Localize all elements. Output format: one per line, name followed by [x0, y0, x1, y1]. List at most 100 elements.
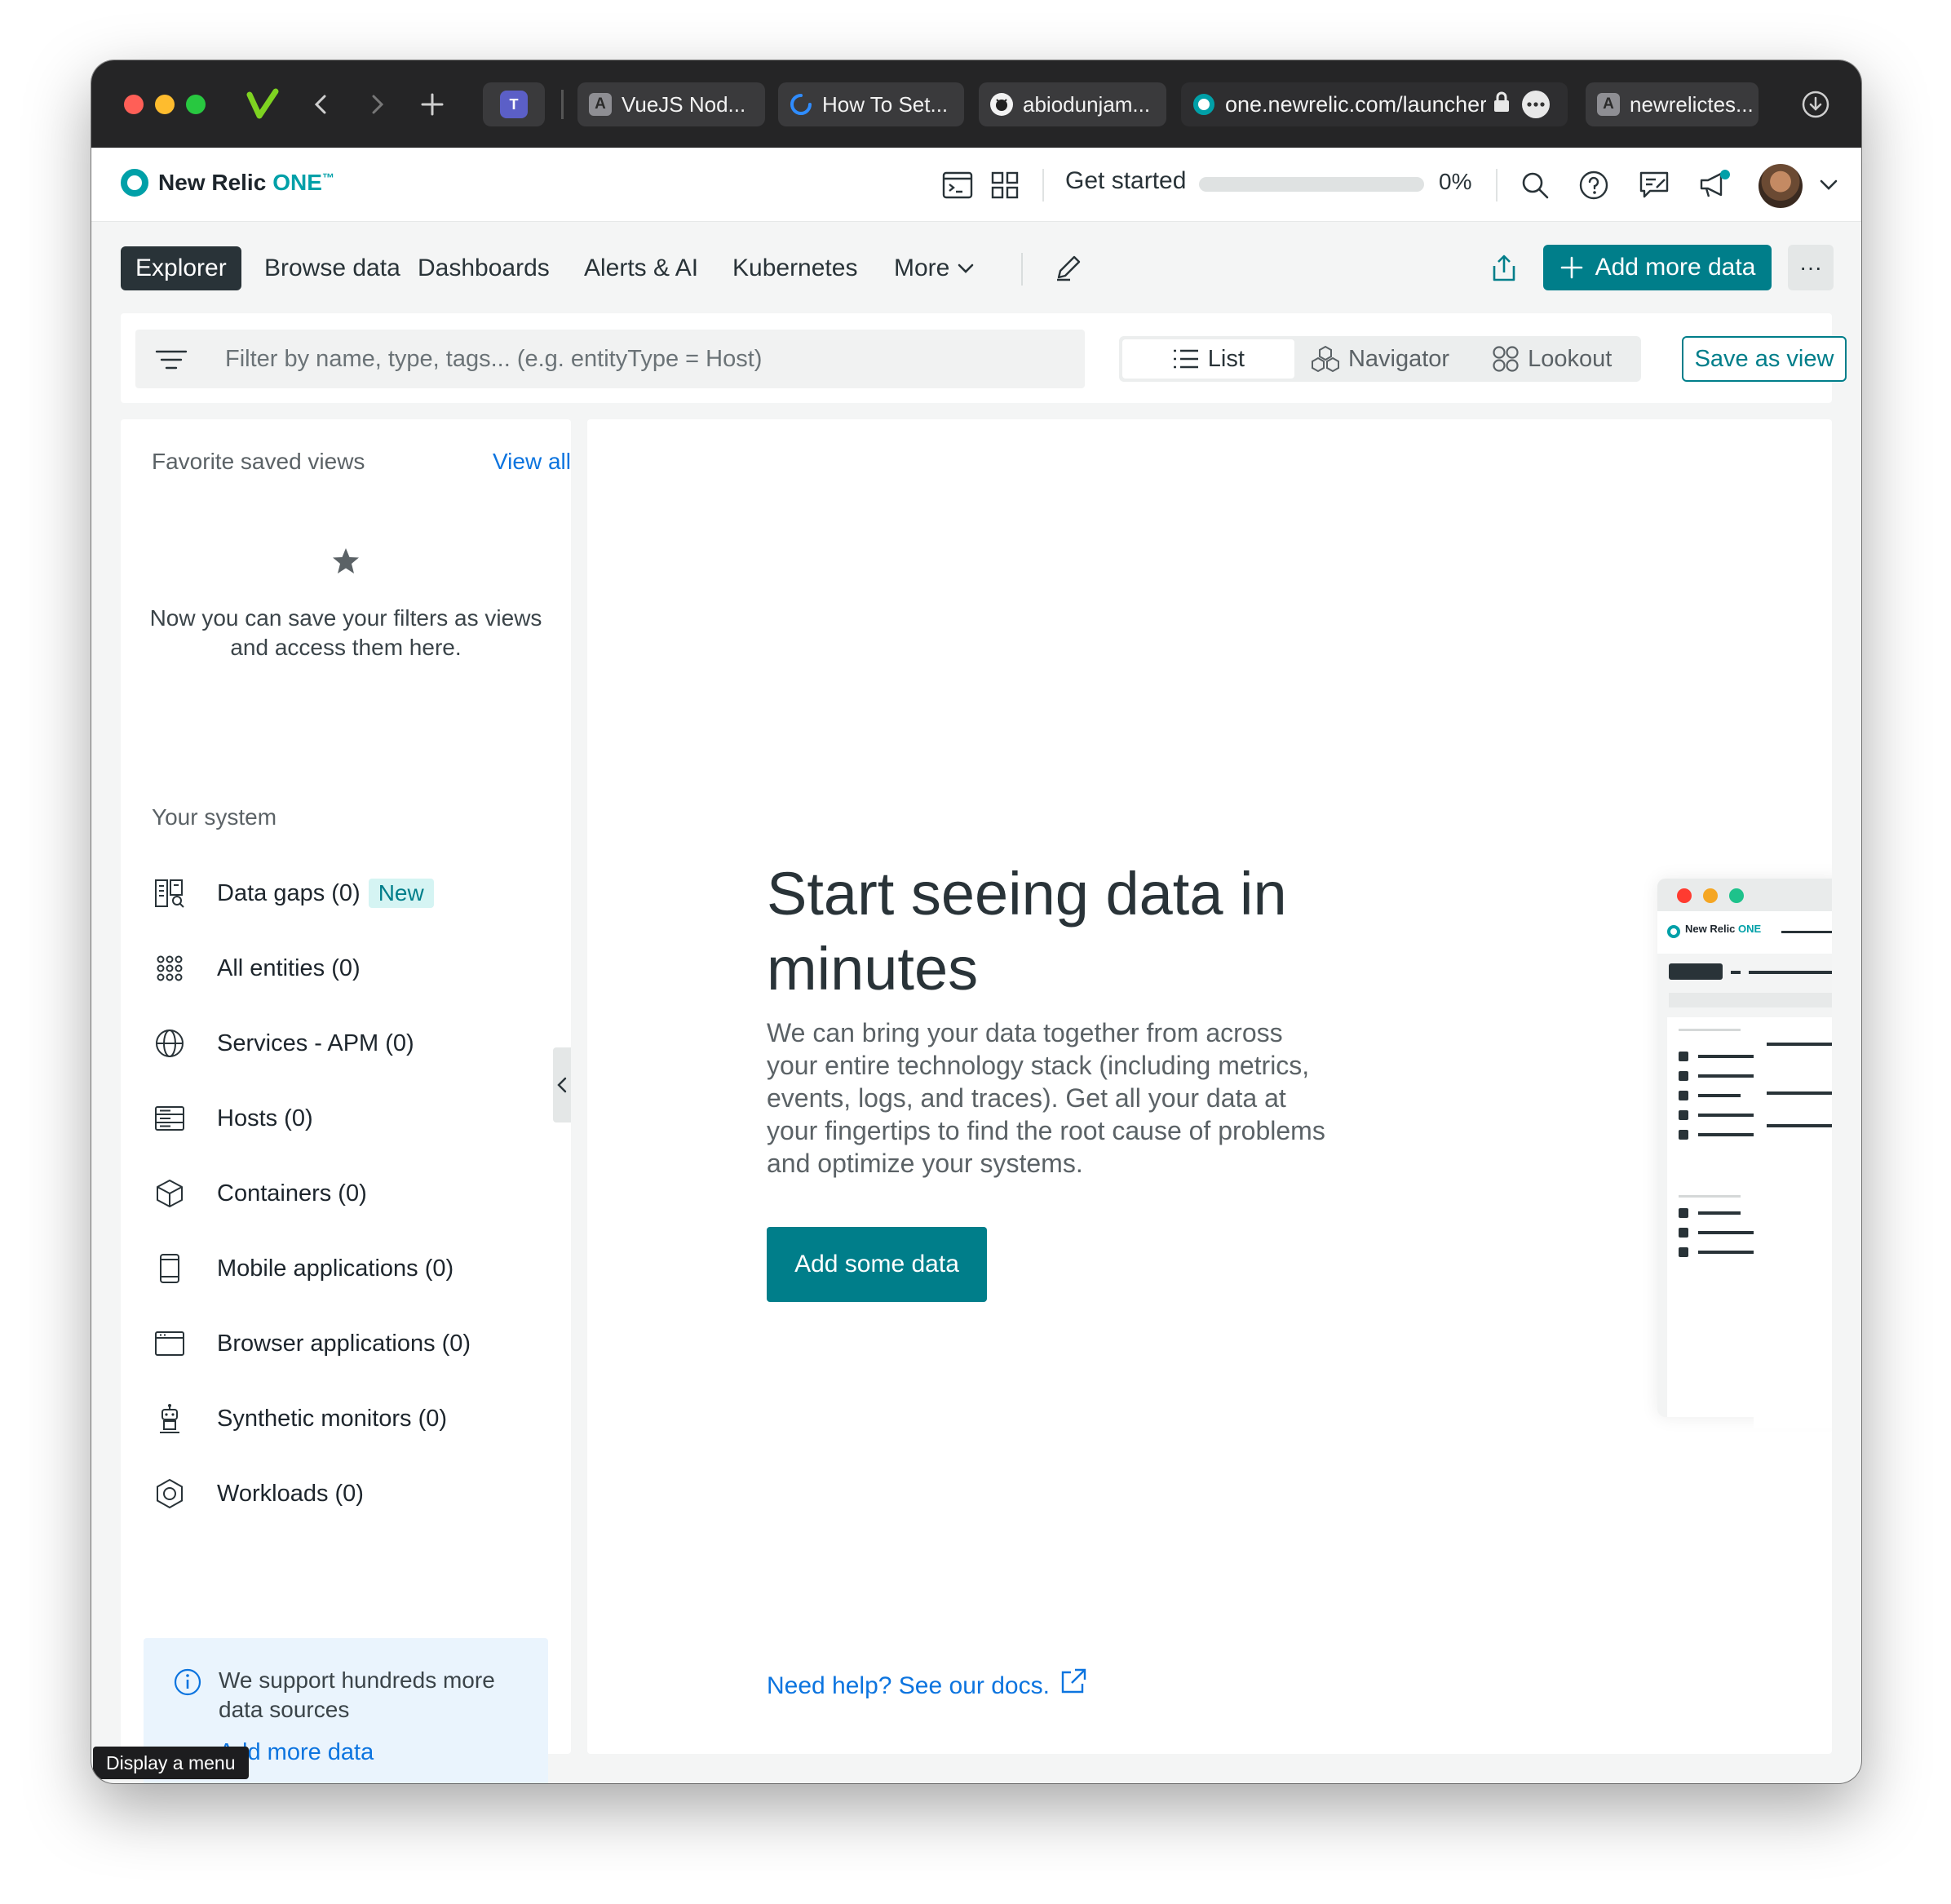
preview-logo-name: New Relic — [1685, 923, 1736, 935]
nav-divider — [1021, 253, 1023, 286]
new-badge: New — [368, 879, 434, 908]
apps-grid-icon[interactable] — [987, 167, 1023, 203]
nav-more[interactable]: More — [879, 246, 989, 290]
tab-vuejs[interactable]: A VueJS Nod... — [577, 82, 765, 126]
nav-explorer[interactable]: Explorer — [121, 246, 241, 290]
data-gaps-icon — [152, 875, 188, 911]
grid-dots-icon — [152, 950, 188, 986]
main-nav: Explorer Browse data Dashboards Alerts &… — [91, 222, 1861, 312]
preview-line — [1767, 1124, 1832, 1127]
view-lookout-label: Lookout — [1528, 345, 1613, 372]
minimize-window-button[interactable] — [155, 95, 175, 114]
tab-how-to[interactable]: How To Set... — [778, 82, 964, 126]
announcements-icon[interactable] — [1697, 167, 1732, 203]
cube-icon — [152, 1176, 188, 1211]
nav-dashboards[interactable]: Dashboards — [403, 246, 564, 290]
logo-text: New Relic — [158, 170, 267, 195]
preview-line — [1767, 1091, 1832, 1095]
view-navigator[interactable]: Navigator — [1294, 339, 1467, 379]
sidebar-item-synthetic-monitors[interactable]: Synthetic monitors (0) — [152, 1396, 447, 1441]
collapse-sidebar-button[interactable] — [553, 1047, 571, 1122]
filter-input-wrapper — [135, 330, 1085, 388]
query-console-icon[interactable] — [940, 167, 976, 203]
sidebar-item-workloads[interactable]: Workloads (0) — [152, 1471, 364, 1517]
your-system-heading: Your system — [152, 804, 277, 830]
sidebar-item-browser-applications[interactable]: Browser applications (0) — [152, 1321, 471, 1366]
preview-right-panel — [1754, 1020, 1832, 1428]
new-tab-icon[interactable] — [414, 85, 450, 124]
browser-window: T A VueJS Nod... How To Set... abiodunja… — [91, 60, 1861, 1783]
download-icon[interactable] — [1796, 85, 1835, 124]
preview-logo-text: New Relic ONE — [1685, 923, 1761, 935]
github-icon — [990, 93, 1013, 116]
new-relic-logo[interactable]: New Relic ONE ™ — [121, 169, 334, 197]
sidebar-item-containers[interactable]: Containers (0) — [152, 1171, 367, 1216]
help-docs-link[interactable]: Need help? See our docs. — [767, 1668, 1087, 1700]
forward-icon[interactable] — [359, 85, 395, 124]
lock-icon — [1493, 91, 1511, 118]
view-lookout[interactable]: Lookout — [1466, 339, 1638, 379]
sidebar-item-services-apm[interactable]: Services - APM (0) — [152, 1021, 414, 1066]
add-some-data-button[interactable]: Add some data — [767, 1227, 987, 1302]
browser-toolbar: T A VueJS Nod... How To Set... abiodunja… — [91, 60, 1861, 148]
preview-line — [1781, 931, 1832, 933]
preview-header: New Relic ONE — [1657, 911, 1832, 954]
tab-newrelictest[interactable]: A newrelictes... — [1586, 82, 1759, 126]
vivaldi-logo-icon[interactable] — [243, 85, 282, 124]
user-avatar[interactable] — [1759, 164, 1803, 208]
search-icon[interactable] — [1517, 167, 1553, 203]
sidebar-item-mobile-applications[interactable]: Mobile applications (0) — [152, 1246, 453, 1291]
sidebar-item-label: Synthetic monitors (0) — [217, 1405, 448, 1432]
newrelic-favicon — [1192, 93, 1215, 116]
nav-alerts-ai[interactable]: Alerts & AI — [569, 246, 713, 290]
get-started-label[interactable]: Get started — [1065, 167, 1186, 195]
view-all-link[interactable]: View all — [493, 449, 571, 475]
chevron-down-icon — [958, 263, 974, 273]
tab-label: newrelictes... — [1630, 91, 1754, 117]
more-actions-button[interactable]: ··· — [1788, 245, 1834, 290]
share-icon[interactable] — [1486, 250, 1522, 286]
mobile-icon — [152, 1251, 188, 1286]
address-url[interactable]: one.newrelic.com/launcher — [1225, 92, 1486, 117]
server-icon — [152, 1100, 188, 1136]
add-more-data-label: Add more data — [1595, 254, 1756, 281]
sidebar-item-hosts[interactable]: Hosts (0) — [152, 1096, 313, 1141]
plus-icon — [1560, 256, 1582, 279]
sidebar-item-all-entities[interactable]: All entities (0) — [152, 945, 361, 991]
nav-kubernetes[interactable]: Kubernetes — [718, 246, 872, 290]
header-divider — [1496, 169, 1498, 201]
chevron-down-icon[interactable] — [1811, 167, 1847, 203]
view-list-label: List — [1207, 345, 1245, 372]
view-navigator-label: Navigator — [1347, 345, 1450, 372]
sidebar-item-data-gaps[interactable]: Data gaps (0) New — [152, 870, 434, 916]
sidebar-item-label: Browser applications (0) — [217, 1330, 471, 1357]
preview-filter — [1669, 993, 1832, 1007]
close-window-button[interactable] — [124, 95, 144, 114]
tab-newrelic-active[interactable]: one.newrelic.com/launcher — [1181, 82, 1568, 126]
hero-title: Start seeing data in minutes — [767, 860, 1287, 1003]
info-icon — [173, 1667, 202, 1701]
preview-nav-pill — [1669, 963, 1723, 980]
feedback-icon[interactable] — [1636, 167, 1672, 203]
view-switcher: List Navigator Lookout — [1119, 336, 1641, 382]
edit-pencil-icon[interactable] — [1051, 250, 1086, 286]
sidebar-item-label: Data gaps (0) — [217, 879, 361, 906]
add-more-data-button[interactable]: Add more data — [1543, 245, 1772, 290]
teams-tab[interactable]: T — [483, 82, 545, 126]
nav-browse-data[interactable]: Browse data — [250, 246, 415, 290]
view-list[interactable]: List — [1122, 339, 1294, 379]
tab-github[interactable]: abiodunjam... — [979, 82, 1166, 126]
more-options-icon[interactable] — [1522, 91, 1550, 118]
help-icon[interactable] — [1576, 167, 1612, 203]
back-icon[interactable] — [303, 85, 339, 124]
save-as-view-button[interactable]: Save as view — [1682, 336, 1847, 382]
header-divider — [1042, 169, 1044, 201]
sidebar-item-label: Mobile applications (0) — [217, 1255, 454, 1282]
sidebar-item-label: Services - APM (0) — [217, 1029, 414, 1056]
tab-separator — [561, 90, 564, 119]
preview-dot-red — [1677, 888, 1692, 903]
preview-line — [1679, 1029, 1741, 1031]
maximize-window-button[interactable] — [186, 95, 206, 114]
star-icon — [331, 547, 361, 580]
filter-input[interactable] — [225, 345, 1041, 373]
